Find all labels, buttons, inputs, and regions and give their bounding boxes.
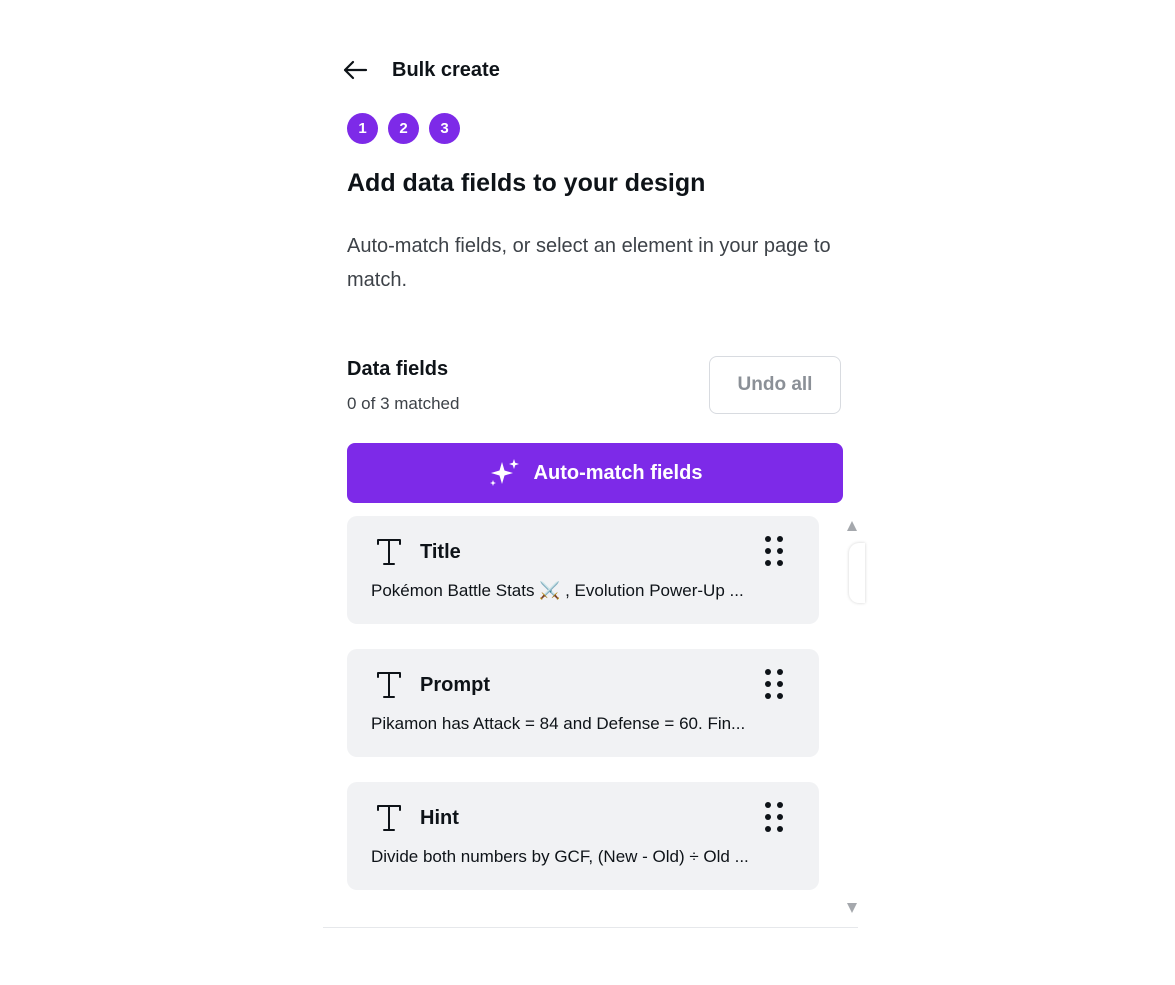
scroll-thumb[interactable] <box>849 543 865 603</box>
arrow-left-icon <box>343 60 368 80</box>
bulk-create-panel: Bulk create 1 2 3 Add data fields to you… <box>323 0 865 928</box>
auto-match-button[interactable]: Auto-match fields <box>347 443 843 503</box>
scroll-up-icon[interactable] <box>847 521 857 531</box>
panel-header: Bulk create <box>343 52 500 88</box>
sparkle-icon <box>488 458 520 488</box>
field-value-preview: Divide both numbers by GCF, (New - Old) … <box>371 847 749 866</box>
page-heading: Add data fields to your design <box>347 169 706 197</box>
data-field-card-prompt[interactable]: Prompt Pikamon has Attack = 84 and Defen… <box>347 649 819 757</box>
matched-count: 0 of 3 matched <box>347 394 460 413</box>
back-button[interactable] <box>339 54 371 86</box>
page-description: Auto-match fields, or select an element … <box>347 235 831 291</box>
field-name: Prompt <box>420 674 490 696</box>
field-name: Title <box>420 541 461 563</box>
step-indicator: 1 2 3 <box>347 113 460 144</box>
text-type-icon <box>377 805 401 831</box>
drag-handle-icon[interactable] <box>763 534 785 568</box>
step-2[interactable]: 2 <box>388 113 419 144</box>
data-field-card-title[interactable]: Title Pokémon Battle Stats ⚔️ , Evolutio… <box>347 516 819 624</box>
auto-match-label: Auto-match fields <box>533 461 703 484</box>
text-type-icon <box>377 672 401 698</box>
drag-handle-icon[interactable] <box>763 667 785 701</box>
step-1[interactable]: 1 <box>347 113 378 144</box>
step-3[interactable]: 3 <box>429 113 460 144</box>
text-type-icon <box>377 539 401 565</box>
field-value-preview: Pikamon has Attack = 84 and Defense = 60… <box>371 714 746 733</box>
data-fields-title: Data fields <box>347 358 449 380</box>
field-value-preview: Pokémon Battle Stats ⚔️ , Evolution Powe… <box>371 581 744 600</box>
undo-all-button[interactable]: Undo all <box>709 356 841 414</box>
scroll-down-icon[interactable] <box>847 903 857 913</box>
data-field-card-hint[interactable]: Hint Divide both numbers by GCF, (New - … <box>347 782 819 890</box>
drag-handle-icon[interactable] <box>763 800 785 834</box>
panel-title: Bulk create <box>392 58 500 81</box>
field-list-scrollbar[interactable] <box>845 521 865 913</box>
field-name: Hint <box>420 807 459 829</box>
